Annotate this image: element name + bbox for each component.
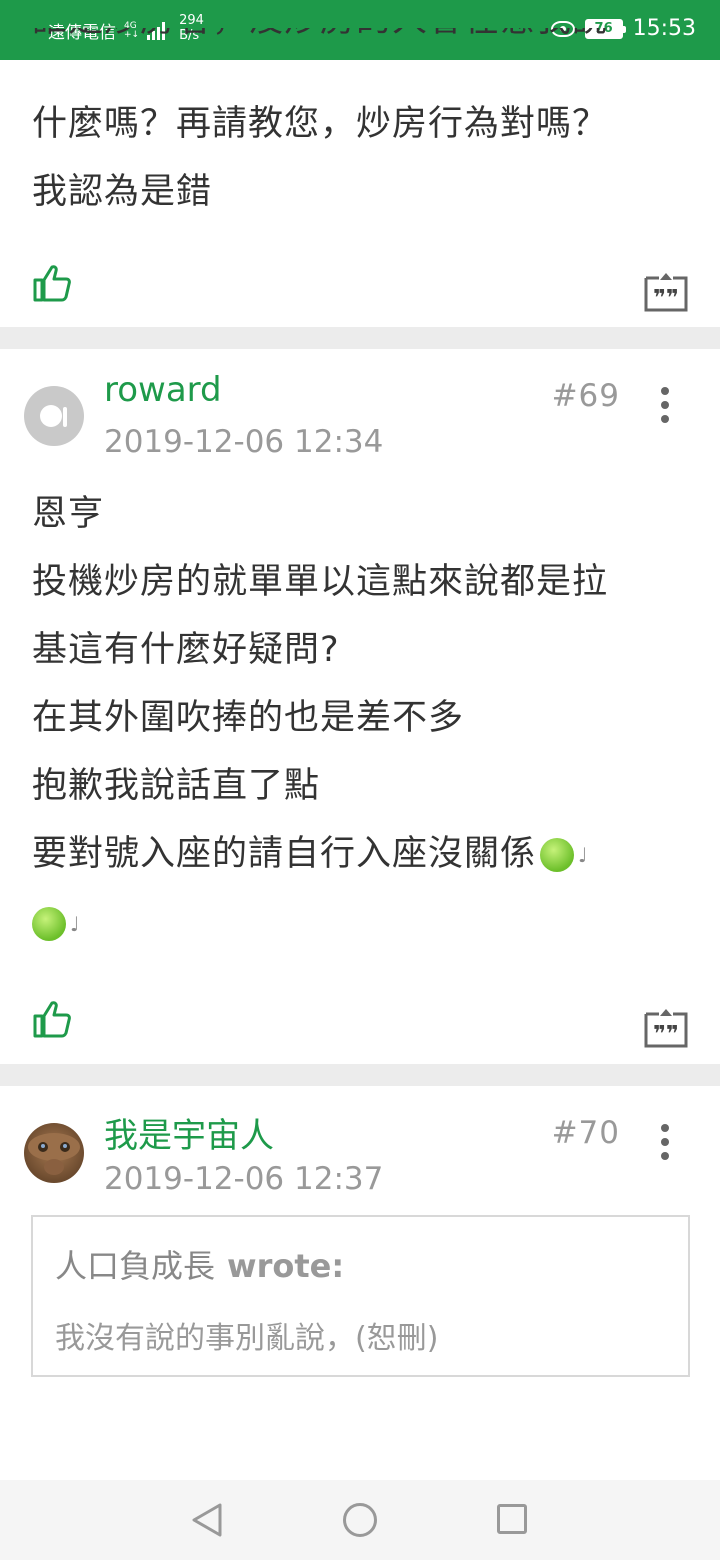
back-icon[interactable] xyxy=(190,1502,224,1538)
more-vertical-icon[interactable] xyxy=(658,1124,672,1160)
recent-apps-icon[interactable] xyxy=(497,1504,527,1534)
quote-text: 我沒有說的事別亂說，(恕刪) xyxy=(55,1321,439,1356)
post-date: 2019-12-06 12:37 xyxy=(104,1161,384,1197)
post-number: #69 xyxy=(551,378,620,414)
system-navigation-bar xyxy=(0,1480,720,1560)
quote-header: 人口負成長 wrote: xyxy=(55,1241,344,1287)
green-devil-emoji-icon xyxy=(540,838,575,872)
post-line: 恩亨 xyxy=(32,494,105,534)
quote-author[interactable]: 人口負成長 xyxy=(55,1247,215,1285)
music-note-icon: ♩ xyxy=(578,843,589,867)
default-avatar-icon xyxy=(40,405,67,427)
quote-icon[interactable]: ❞❞ xyxy=(644,1008,688,1048)
home-icon[interactable] xyxy=(343,1503,377,1537)
emoji-line: ♩ xyxy=(32,889,702,958)
thumbs-up-icon[interactable] xyxy=(32,263,72,303)
alien-avatar-icon xyxy=(28,1133,80,1175)
username[interactable]: roward xyxy=(104,370,222,410)
green-devil-emoji-icon xyxy=(32,907,66,941)
previous-post-body: 什麼嗎？再請教您，炒房行為對嗎？ 我認為是錯 xyxy=(32,90,702,226)
previous-post-partial-line-wrap: 誰是炒房者，沒炒房的人會在意我說 xyxy=(32,28,702,68)
post-divider xyxy=(0,1064,720,1086)
previous-post-line: 什麼嗎？再請教您，炒房行為對嗎？ xyxy=(32,104,609,144)
quote-wrote-label: wrote: xyxy=(227,1247,345,1285)
quote-block: 人口負成長 wrote: 我沒有說的事別亂說，(恕刪) xyxy=(31,1215,690,1377)
post-line-with-emoji: 要對號入座的請自行入座沒關係 ♩ xyxy=(32,820,702,889)
post-line: 在其外圍吹捧的也是差不多 xyxy=(32,698,465,738)
more-vertical-icon[interactable] xyxy=(658,387,672,423)
svg-text:❞❞: ❞❞ xyxy=(653,286,679,311)
username[interactable]: 我是宇宙人 xyxy=(104,1108,274,1157)
post-body: 恩亨 投機炒房的就單單以這點來說都是拉 基這有什麼好疑問? 在其外圍吹捧的也是差… xyxy=(32,480,702,958)
post-divider xyxy=(0,327,720,349)
music-note-icon: ♩ xyxy=(70,912,81,936)
avatar[interactable] xyxy=(24,386,84,446)
avatar[interactable] xyxy=(24,1123,84,1183)
post-line: 投機炒房的就單單以這點來說都是拉 xyxy=(32,562,609,602)
previous-post-partial-line: 誰是炒房者，沒炒房的人會在意我說 xyxy=(32,28,702,54)
previous-post-line: 我認為是錯 xyxy=(32,172,213,212)
quote-icon[interactable]: ❞❞ xyxy=(644,272,688,312)
thumbs-up-icon[interactable] xyxy=(32,999,72,1039)
post-date: 2019-12-06 12:34 xyxy=(104,424,384,460)
post-line: 基這有什麼好疑問? xyxy=(32,630,340,670)
post-number: #70 xyxy=(551,1115,620,1151)
svg-text:❞❞: ❞❞ xyxy=(653,1022,679,1047)
post-line: 抱歉我說話直了點 xyxy=(32,766,321,806)
